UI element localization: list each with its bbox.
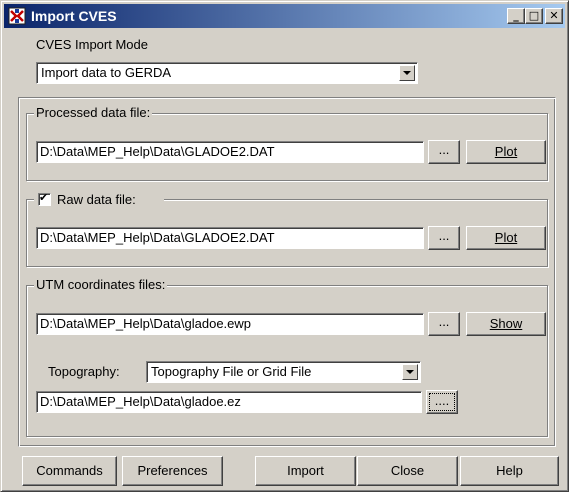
utm-show-button[interactable]: Show [466, 312, 546, 336]
import-mode-label: CVES Import Mode [36, 37, 148, 52]
topography-browse-button[interactable]: .... [426, 390, 458, 414]
raw-plot-button[interactable]: Plot [466, 226, 546, 250]
raw-plot-label: Plot [494, 230, 518, 245]
topography-label: Topography: [48, 364, 120, 379]
processed-data-path-field[interactable]: D:\Data\MEP_Help\Data\GLADOE2.DAT [36, 141, 424, 163]
raw-data-path: D:\Data\MEP_Help\Data\GLADOE2.DAT [40, 230, 275, 245]
utm-path: D:\Data\MEP_Help\Data\gladoe.ewp [40, 316, 252, 331]
topography-select[interactable]: Topography File or Grid File [146, 361, 421, 383]
chevron-down-icon [403, 71, 411, 75]
topography-value: Topography File or Grid File [151, 364, 312, 379]
window-title: Import CVES [31, 8, 117, 24]
processed-plot-button[interactable]: Plot [466, 140, 546, 164]
utm-legend: UTM coordinates files: [34, 277, 168, 293]
app-icon [8, 7, 26, 25]
import-button[interactable]: Import [255, 456, 356, 486]
utm-path-field[interactable]: D:\Data\MEP_Help\Data\gladoe.ewp [36, 313, 424, 335]
raw-data-checkbox[interactable]: ✔ [38, 191, 51, 206]
utm-browse-button[interactable]: ... [428, 312, 460, 336]
topography-dropdown-button[interactable] [402, 364, 418, 380]
chevron-down-icon [406, 370, 414, 374]
import-mode-dropdown-button[interactable] [399, 65, 415, 81]
processed-data-legend: Processed data file: [34, 105, 153, 121]
check-mark-icon: ✔ [39, 191, 49, 204]
close-button[interactable]: Close [357, 456, 458, 486]
processed-browse-button[interactable]: ... [428, 140, 460, 164]
close-window-button[interactable]: ✕ [545, 8, 563, 24]
processed-data-path: D:\Data\MEP_Help\Data\GLADOE2.DAT [40, 144, 275, 159]
utm-show-label: Show [489, 316, 523, 331]
processed-plot-label: Plot [494, 144, 518, 159]
topography-path: D:\Data\MEP_Help\Data\gladoe.ez [40, 394, 241, 409]
commands-button[interactable]: Commands [22, 456, 117, 486]
topography-browse-label: .... [429, 393, 455, 411]
raw-data-legend: Raw data file: [57, 192, 136, 207]
raw-browse-button[interactable]: ... [428, 226, 460, 250]
raw-data-path-field[interactable]: D:\Data\MEP_Help\Data\GLADOE2.DAT [36, 227, 424, 249]
import-mode-select[interactable]: Import data to GERDA [36, 62, 418, 84]
minimize-button[interactable]: _ [507, 8, 525, 24]
import-mode-value: Import data to GERDA [41, 65, 172, 80]
topography-path-field[interactable]: D:\Data\MEP_Help\Data\gladoe.ez [36, 391, 422, 413]
import-cves-window: Import CVES _ □ ✕ CVES Import Mode Impor… [0, 0, 569, 492]
help-button[interactable]: Help [460, 456, 559, 486]
preferences-button[interactable]: Preferences [122, 456, 223, 486]
title-bar[interactable]: Import CVES _ □ ✕ [4, 4, 565, 28]
maximize-button[interactable]: □ [525, 8, 543, 24]
